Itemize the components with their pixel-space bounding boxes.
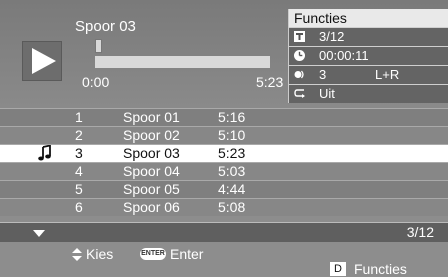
function-time-value: 00:00:11 [319, 48, 369, 63]
track-duration: 5:10 [218, 127, 246, 143]
audio-icon [294, 70, 304, 79]
d-key-icon: D [330, 262, 346, 276]
function-audio[interactable]: 3 L+R [289, 65, 448, 84]
track-row[interactable]: 4 Spoor 04 5:03 [0, 162, 448, 180]
track-row[interactable]: 1 Spoor 01 5:16 [0, 108, 448, 126]
track-name: Spoor 06 [123, 199, 180, 215]
functions-panel: Functies 3/12 00:00:11 3 L+R Uit [288, 9, 448, 103]
now-playing-panel: Spoor 03 0:00 5:23 Functies 3/12 00:00:1… [0, 0, 448, 108]
function-repeat[interactable]: Uit [289, 84, 448, 103]
scroll-down-icon[interactable] [33, 230, 45, 237]
track-name: Spoor 04 [123, 163, 180, 179]
function-audio-channel: L+R [375, 67, 400, 82]
functions-header: Functies [289, 9, 448, 27]
music-player-screen: Spoor 03 0:00 5:23 Functies 3/12 00:00:1… [0, 0, 448, 277]
track-name: Spoor 03 [123, 145, 180, 161]
track-row-selected[interactable]: 3 Spoor 03 5:23 [0, 144, 448, 162]
function-track-value: 3/12 [319, 29, 345, 44]
track-number: 2 [75, 127, 83, 143]
music-note-icon [38, 145, 51, 161]
track-row[interactable]: 5 Spoor 05 4:44 [0, 180, 448, 198]
enter-key-icon: ENTER [140, 248, 166, 260]
track-number: 3 [75, 145, 83, 161]
play-icon [32, 48, 56, 74]
page-indicator: 3/12 [406, 224, 434, 240]
track-duration: 4:44 [218, 181, 246, 197]
total-time: 5:23 [256, 74, 284, 90]
track-icon [294, 31, 305, 42]
track-duration: 5:03 [218, 163, 246, 179]
function-time[interactable]: 00:00:11 [289, 46, 448, 65]
functions-hint-label: Functies [354, 261, 407, 277]
now-playing-title: Spoor 03 [75, 18, 136, 35]
select-hint-label: Kies [86, 246, 114, 262]
track-list: 1 Spoor 01 5:16 2 Spoor 02 5:10 3 Spoor … [0, 108, 448, 216]
progress-bar[interactable] [95, 56, 270, 68]
progress-handle[interactable] [95, 39, 102, 53]
up-down-arrows-icon [72, 248, 82, 261]
enter-hint-label: Enter [170, 246, 204, 262]
pager-bar: 3/12 [0, 222, 448, 242]
track-duration: 5:08 [218, 199, 246, 215]
clock-icon [294, 50, 305, 61]
play-button[interactable] [22, 41, 62, 81]
elapsed-time: 0:00 [82, 74, 110, 90]
track-number: 4 [75, 163, 83, 179]
function-audio-value: 3 [319, 67, 327, 82]
repeat-icon [294, 89, 305, 98]
function-repeat-value: Uit [319, 86, 335, 101]
help-bar: Kies ENTER Enter D Functies [0, 242, 448, 277]
track-name: Spoor 02 [123, 127, 180, 143]
track-name: Spoor 01 [123, 109, 180, 125]
track-number: 5 [75, 181, 83, 197]
track-duration: 5:23 [218, 145, 246, 161]
track-number: 1 [75, 109, 83, 125]
track-number: 6 [75, 199, 83, 215]
function-track[interactable]: 3/12 [289, 27, 448, 46]
track-row[interactable]: 6 Spoor 06 5:08 [0, 198, 448, 216]
track-duration: 5:16 [218, 109, 246, 125]
track-row[interactable]: 2 Spoor 02 5:10 [0, 126, 448, 144]
track-name: Spoor 05 [123, 181, 180, 197]
